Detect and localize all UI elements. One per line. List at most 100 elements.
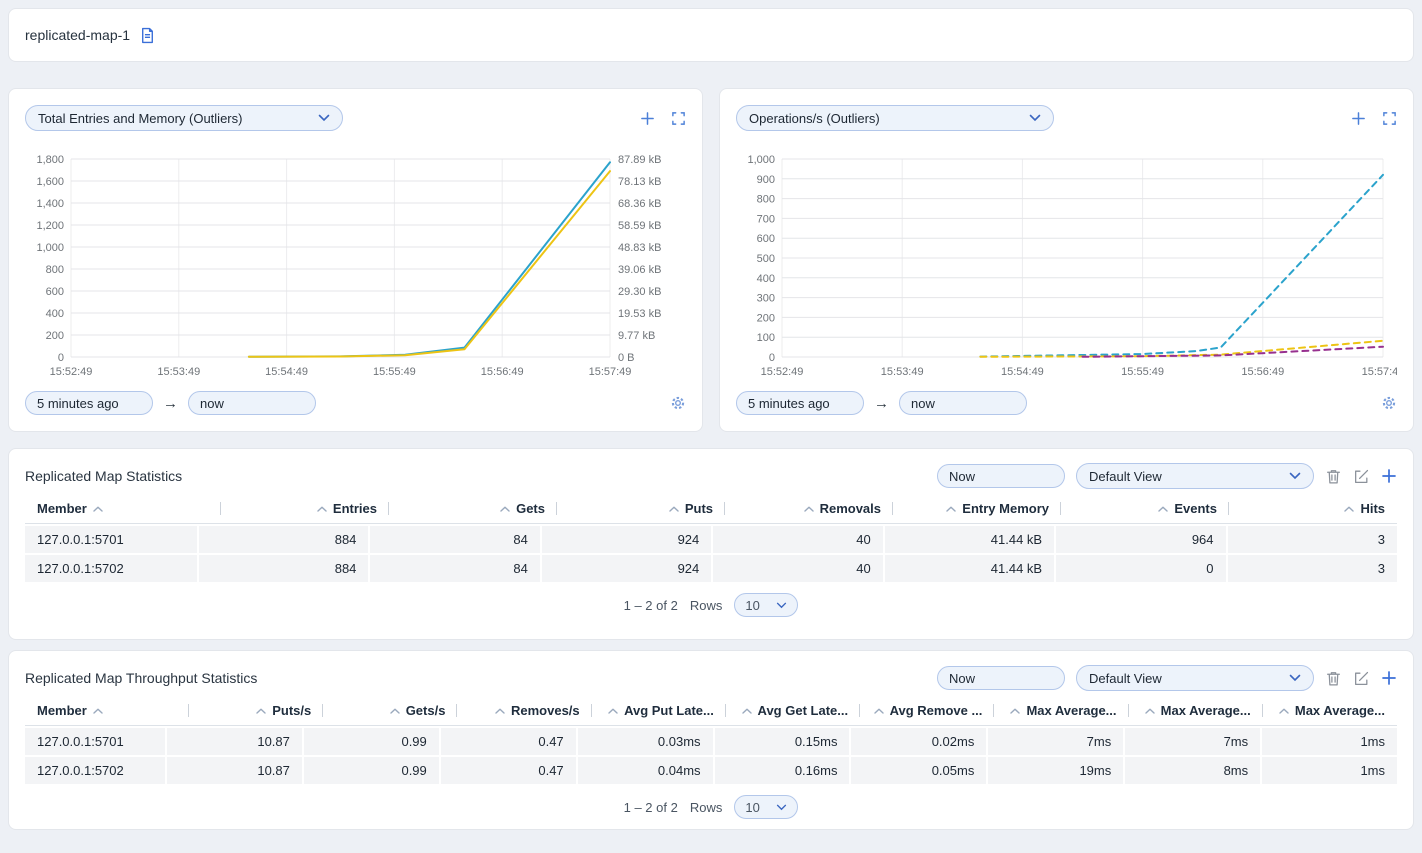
value-cell: 0.04ms: [576, 757, 713, 784]
map-name: replicated-map-1: [25, 27, 130, 43]
column-header-avg-put-late[interactable]: Avg Put Late...: [592, 703, 726, 718]
value-cell: 7ms: [986, 728, 1123, 755]
svg-text:800: 800: [757, 194, 775, 206]
svg-text:600: 600: [46, 286, 64, 298]
table-header-row: MemberEntriesGetsPutsRemovalsEntry Memor…: [25, 501, 1397, 524]
svg-text:15:56:49: 15:56:49: [1241, 366, 1284, 378]
add-view-icon[interactable]: [1381, 468, 1397, 484]
metric-select-label: Total Entries and Memory (Outliers): [38, 111, 242, 126]
svg-text:15:53:49: 15:53:49: [881, 366, 924, 378]
column-header-entries[interactable]: Entries: [221, 501, 389, 516]
svg-text:600: 600: [757, 233, 775, 245]
edit-view-icon[interactable]: [1353, 670, 1370, 687]
column-header-max-average[interactable]: Max Average...: [1129, 703, 1263, 718]
svg-text:39.06 kB: 39.06 kB: [618, 264, 661, 276]
edit-view-icon[interactable]: [1353, 468, 1370, 485]
svg-text:300: 300: [757, 293, 775, 305]
sort-caret-icon: [390, 708, 400, 714]
column-header-puts[interactable]: Puts: [557, 501, 725, 516]
column-header-gets-s[interactable]: Gets/s: [323, 703, 457, 718]
svg-text:700: 700: [757, 213, 775, 225]
table-title: Replicated Map Statistics: [25, 468, 182, 484]
svg-text:87.89 kB: 87.89 kB: [618, 154, 661, 166]
svg-text:15:52:49: 15:52:49: [761, 366, 804, 378]
value-cell: 0.99: [302, 757, 439, 784]
settings-gear-icon[interactable]: [670, 395, 686, 411]
table-row[interactable]: 127.0.0.1:5701884849244041.44 kB9643: [25, 526, 1397, 553]
column-header-removes-s[interactable]: Removes/s: [457, 703, 591, 718]
pagination: 1 – 2 of 2 Rows 10: [25, 593, 1397, 617]
delete-view-icon[interactable]: [1325, 468, 1342, 485]
column-header-member[interactable]: Member: [25, 703, 189, 718]
value-cell: 41.44 kB: [883, 526, 1054, 553]
document-icon[interactable]: [139, 27, 156, 44]
svg-text:400: 400: [757, 273, 775, 285]
table-time-input[interactable]: Now: [937, 464, 1065, 488]
svg-text:15:54:49: 15:54:49: [265, 366, 308, 378]
value-cell: 0.16ms: [713, 757, 850, 784]
page-size-select[interactable]: 10: [734, 593, 798, 617]
column-header-events[interactable]: Events: [1061, 501, 1229, 516]
time-from-input[interactable]: 5 minutes ago: [736, 391, 864, 415]
table-row[interactable]: 127.0.0.1:570110.870.990.470.03ms0.15ms0…: [25, 728, 1397, 755]
settings-gear-icon[interactable]: [1381, 395, 1397, 411]
time-to-input[interactable]: now: [188, 391, 316, 415]
replicated-map-statistics-card: Replicated Map Statistics Now Default Vi…: [8, 448, 1414, 640]
value-cell: 3: [1226, 526, 1397, 553]
value-cell: 10.87: [165, 728, 302, 755]
table-row[interactable]: 127.0.0.1:570210.870.990.470.04ms0.16ms0…: [25, 757, 1397, 784]
page-size-select[interactable]: 10: [734, 795, 798, 819]
chart-card-entries-memory: Total Entries and Memory (Outliers) 15:5…: [8, 88, 703, 432]
view-select[interactable]: Default View: [1076, 665, 1314, 691]
sort-caret-icon: [669, 506, 679, 512]
add-view-icon[interactable]: [1381, 670, 1397, 686]
expand-chart-icon[interactable]: [671, 111, 686, 126]
charts-row: Total Entries and Memory (Outliers) 15:5…: [8, 88, 1414, 432]
member-cell: 127.0.0.1:5702: [25, 763, 165, 778]
replicated-map-throughput-statistics-card: Replicated Map Throughput Statistics Now…: [8, 650, 1414, 830]
value-cell: 924: [540, 555, 711, 582]
column-header-puts-s[interactable]: Puts/s: [189, 703, 323, 718]
svg-text:9.77 kB: 9.77 kB: [618, 330, 655, 342]
svg-text:400: 400: [46, 308, 64, 320]
column-header-hits[interactable]: Hits: [1229, 501, 1397, 516]
svg-text:78.13 kB: 78.13 kB: [618, 176, 661, 188]
table-time-input[interactable]: Now: [937, 666, 1065, 690]
svg-text:15:57:49: 15:57:49: [1362, 366, 1397, 378]
table-row[interactable]: 127.0.0.1:5702884849244041.44 kB03: [25, 555, 1397, 582]
value-cell: 7ms: [1123, 728, 1260, 755]
metric-select[interactable]: Total Entries and Memory (Outliers): [25, 105, 343, 131]
add-chart-icon[interactable]: [640, 111, 655, 126]
sort-caret-icon: [93, 506, 103, 512]
time-to-input[interactable]: now: [899, 391, 1027, 415]
column-header-max-average[interactable]: Max Average...: [1263, 703, 1397, 718]
sort-caret-icon: [874, 708, 884, 714]
column-header-removals[interactable]: Removals: [725, 501, 893, 516]
sort-caret-icon: [1145, 708, 1155, 714]
map-name-card: replicated-map-1: [8, 8, 1414, 62]
column-header-member[interactable]: Member: [25, 501, 221, 516]
value-cell: 0.99: [302, 728, 439, 755]
metric-select[interactable]: Operations/s (Outliers): [736, 105, 1054, 131]
delete-view-icon[interactable]: [1325, 670, 1342, 687]
column-header-max-average[interactable]: Max Average...: [994, 703, 1128, 718]
value-cell: 3: [1226, 555, 1397, 582]
member-cell: 127.0.0.1:5701: [25, 734, 165, 749]
expand-chart-icon[interactable]: [1382, 111, 1397, 126]
sort-caret-icon: [1158, 506, 1168, 512]
column-header-avg-get-late[interactable]: Avg Get Late...: [726, 703, 860, 718]
time-from-input[interactable]: 5 minutes ago: [25, 391, 153, 415]
column-header-entry-memory[interactable]: Entry Memory: [893, 501, 1061, 516]
series-total-entry-memory: [249, 171, 610, 357]
sort-caret-icon: [256, 708, 266, 714]
add-chart-icon[interactable]: [1351, 111, 1366, 126]
table-body: 127.0.0.1:5701884849244041.44 kB9643127.…: [25, 526, 1397, 582]
series-ops-line-yellow: [980, 341, 1383, 357]
value-cell: 924: [540, 526, 711, 553]
value-cell: 84: [368, 555, 539, 582]
column-header-gets[interactable]: Gets: [389, 501, 557, 516]
sort-caret-icon: [500, 506, 510, 512]
view-select[interactable]: Default View: [1076, 463, 1314, 489]
column-header-avg-remove[interactable]: Avg Remove ...: [860, 703, 994, 718]
value-cell: 40: [711, 555, 882, 582]
